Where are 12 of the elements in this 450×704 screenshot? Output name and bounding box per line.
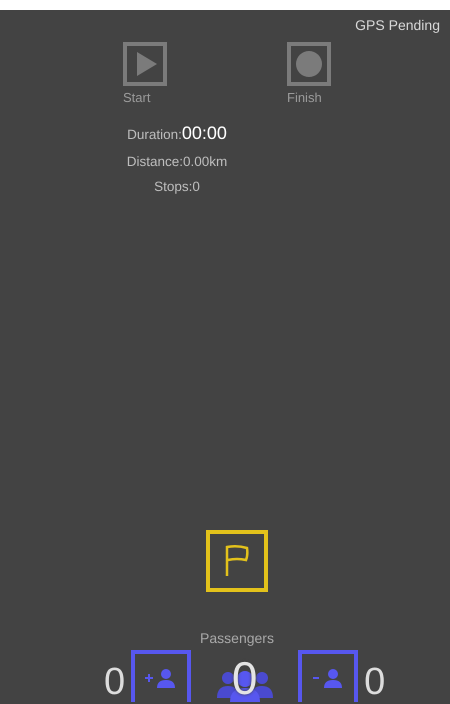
button-label: Start [123,90,150,105]
remove-passenger-button[interactable] [298,650,358,702]
stat-text: Distance:0.00km [126,154,228,169]
stat-text: Stops:0 [154,179,200,194]
add-passenger-button[interactable] [131,650,192,702]
boarded-count: 0 [104,662,126,702]
stat-text: Duration:00:00 [127,123,227,144]
button-label: Finish [287,90,322,105]
flag-button[interactable] [206,530,268,592]
gps-status: GPS Pending [355,17,440,33]
alighted-count: 0 [364,662,386,702]
passengers-label: Passengers [200,630,274,646]
